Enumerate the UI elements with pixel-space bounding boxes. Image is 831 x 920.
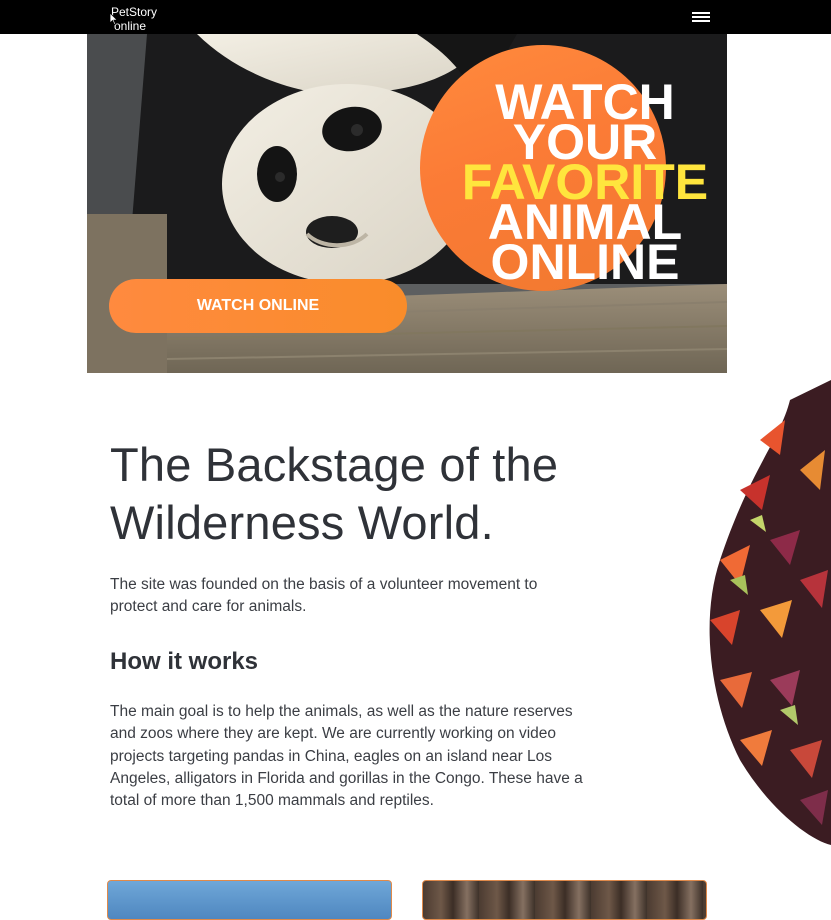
how-it-works-paragraph: The main goal is to help the animals, as… xyxy=(110,703,583,810)
top-navigation-bar: PetStory online xyxy=(0,0,831,34)
section-title: The Backstage of the Wilderness World. xyxy=(110,438,559,549)
feature-card-sky[interactable] xyxy=(107,880,392,920)
hero-banner: WATCH YOUR FAVORITE ANIMAL ONLINE WATCH … xyxy=(87,34,727,373)
mouse-cursor-icon xyxy=(109,12,119,26)
logo-line-1: PetStory xyxy=(111,5,158,19)
site-logo[interactable]: PetStory online xyxy=(111,5,181,33)
logo-line-2: online xyxy=(114,19,147,33)
intro-paragraph: The site was founded on the basis of a v… xyxy=(110,576,538,615)
feature-card-forest[interactable] xyxy=(422,880,707,920)
how-it-works-heading: How it works xyxy=(110,648,259,675)
about-section: The Backstage of the Wilderness World. T… xyxy=(110,436,610,812)
hamburger-menu-icon[interactable] xyxy=(690,9,712,25)
watch-online-button[interactable]: WATCH ONLINE xyxy=(109,279,407,333)
headline-line-5: ONLINE xyxy=(490,234,680,290)
hero-headline: WATCH YOUR FAVORITE ANIMAL ONLINE xyxy=(457,77,713,290)
decorative-foliage-image xyxy=(709,380,831,845)
